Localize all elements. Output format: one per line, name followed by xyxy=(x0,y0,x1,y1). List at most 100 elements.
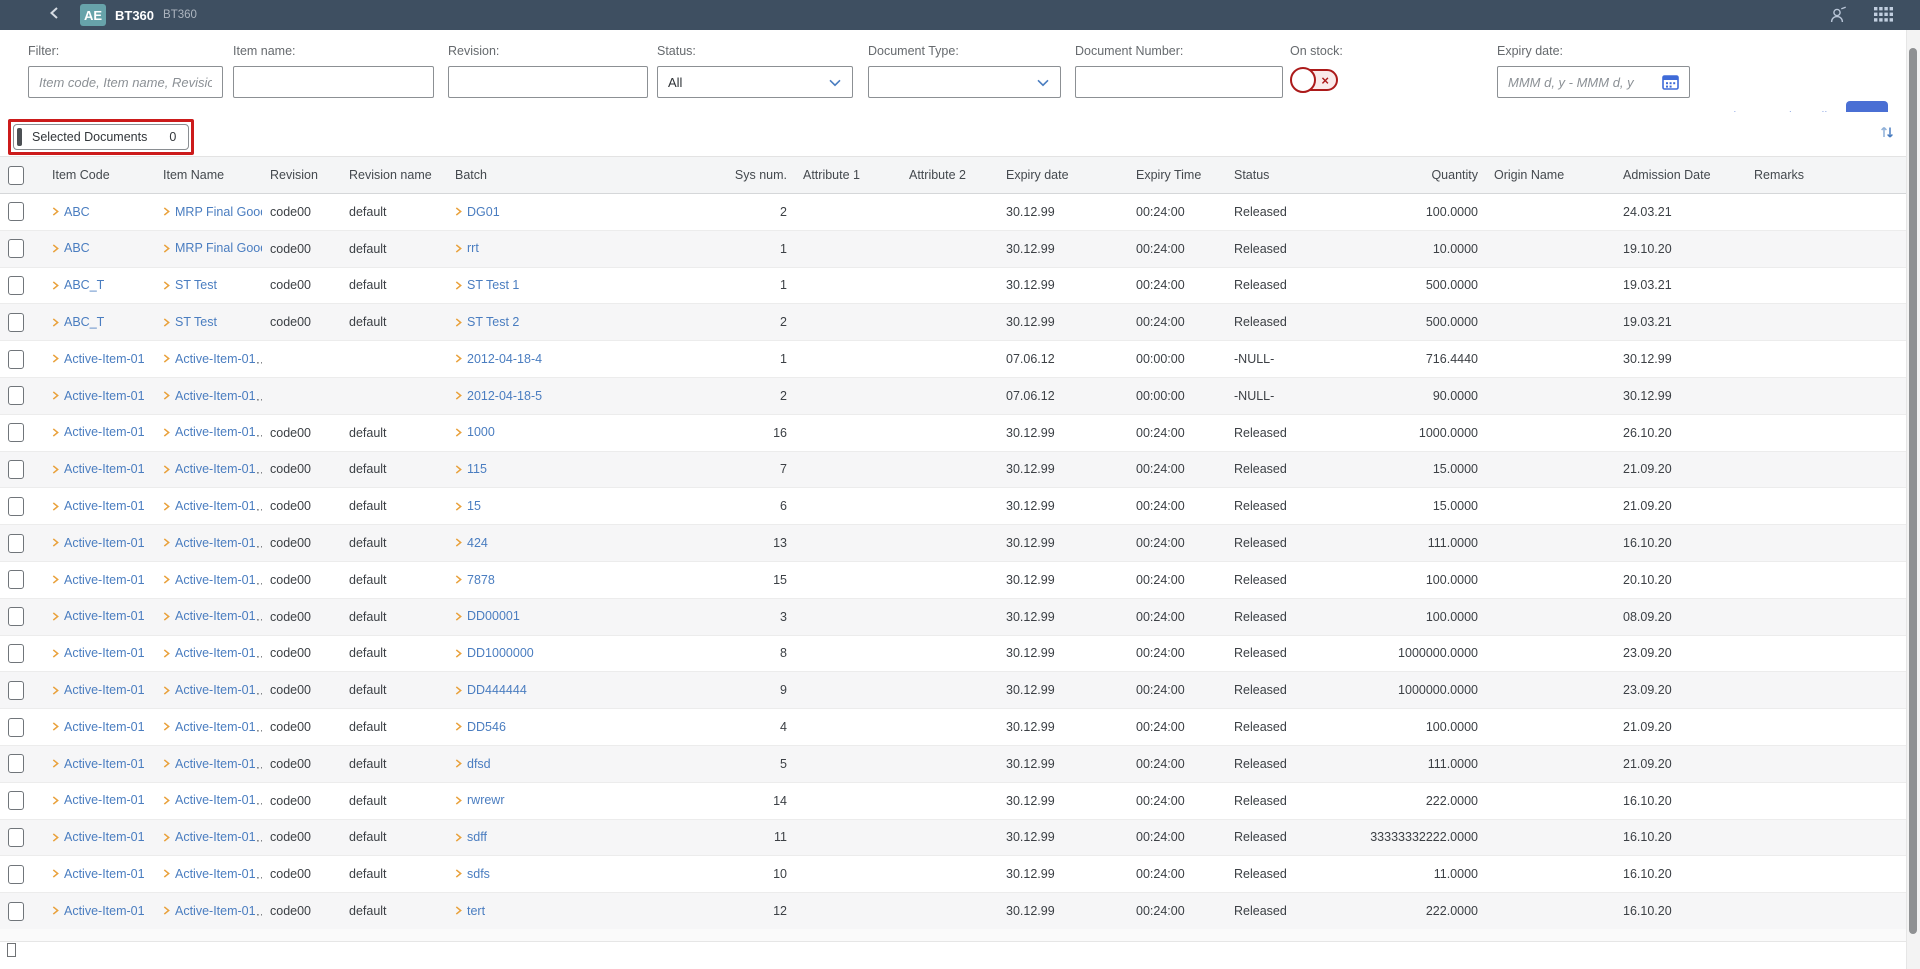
cell-link-item_name[interactable]: MRP Final Good xyxy=(163,205,262,219)
filter-document_type-select[interactable] xyxy=(868,66,1061,98)
cell-link-item_code[interactable]: Active-Item-01 xyxy=(52,683,145,697)
cell-link-item_code[interactable]: Active-Item-01 xyxy=(52,352,145,366)
cell-link-item_name[interactable]: Active-Item-01 xyxy=(163,389,256,403)
cell-link-item_code[interactable]: Active-Item-01 xyxy=(52,720,145,734)
cell-link-item_name[interactable]: Active-Item-01 xyxy=(163,462,256,476)
cell-link-item_code[interactable]: ABC_T xyxy=(52,278,104,292)
cell-link-batch[interactable]: rrt xyxy=(455,241,479,255)
cell-link-batch[interactable]: DD00001 xyxy=(455,609,520,623)
cell-link-item_name[interactable]: Active-Item-01 xyxy=(163,757,256,771)
filter-on_stock-toggle[interactable]: × xyxy=(1290,66,1342,96)
cell-link-item_name[interactable]: Active-Item-01 xyxy=(163,573,256,587)
column-header-batch[interactable]: Batch xyxy=(447,157,598,194)
selected-documents-tab[interactable]: Selected Documents 0 xyxy=(13,124,189,150)
cell-link-batch[interactable]: DD444444 xyxy=(455,683,527,697)
column-header-attr1[interactable]: Attribute 1 xyxy=(795,157,901,194)
cell-link-item_code[interactable]: Active-Item-01 xyxy=(52,867,145,881)
cell-link-item_code[interactable]: Active-Item-01 xyxy=(52,646,145,660)
row-checkbox[interactable] xyxy=(8,865,24,884)
filter-document_number-input[interactable] xyxy=(1075,66,1283,98)
cell-link-batch[interactable]: 115 xyxy=(455,462,487,476)
row-checkbox[interactable] xyxy=(8,902,24,921)
cell-link-batch[interactable]: 7878 xyxy=(455,573,495,587)
cell-link-batch[interactable]: DD1000000 xyxy=(455,646,534,660)
cell-link-item_name[interactable]: ST Test xyxy=(163,315,217,329)
row-checkbox[interactable] xyxy=(8,239,24,258)
cell-link-item_name[interactable]: Active-Item-01 xyxy=(163,536,256,550)
select-all-checkbox[interactable] xyxy=(8,166,24,185)
row-checkbox[interactable] xyxy=(8,644,24,663)
cell-link-item_code[interactable]: ABC xyxy=(52,205,90,219)
cell-link-item_name[interactable]: Active-Item-01 xyxy=(163,867,256,881)
cell-link-item_name[interactable]: Active-Item-01 xyxy=(163,352,256,366)
app-launcher-grid-icon[interactable] xyxy=(1874,7,1894,23)
cell-link-item_name[interactable]: Active-Item-01 xyxy=(163,720,256,734)
cell-link-item_name[interactable]: MRP Final Good xyxy=(163,241,262,255)
cell-link-batch[interactable]: sdff xyxy=(455,830,487,844)
cell-link-item_code[interactable]: Active-Item-01 xyxy=(52,793,145,807)
cell-link-batch[interactable]: 424 xyxy=(455,536,488,550)
back-button[interactable] xyxy=(48,7,62,23)
cell-link-item_name[interactable]: Active-Item-01 xyxy=(163,425,256,439)
cell-link-batch[interactable]: 2012-04-18-5 xyxy=(455,389,542,403)
row-checkbox[interactable] xyxy=(8,681,24,700)
cell-link-item_code[interactable]: Active-Item-01 xyxy=(52,462,145,476)
cell-link-item_name[interactable]: Active-Item-01 xyxy=(163,609,256,623)
sort-button[interactable] xyxy=(1876,123,1898,145)
cell-link-batch[interactable]: 15 xyxy=(455,499,481,513)
column-header-admission[interactable]: Admission Date xyxy=(1615,157,1746,194)
row-checkbox[interactable] xyxy=(8,570,24,589)
cell-link-item_code[interactable]: Active-Item-01 xyxy=(52,389,145,403)
row-checkbox[interactable] xyxy=(8,350,24,369)
cell-link-item_name[interactable]: Active-Item-01 xyxy=(163,499,256,513)
user-settings-icon[interactable] xyxy=(1828,5,1848,25)
calendar-icon[interactable] xyxy=(1662,74,1679,90)
cell-link-item_code[interactable]: Active-Item-01 xyxy=(52,499,145,513)
cell-link-item_code[interactable]: Active-Item-01 xyxy=(52,573,145,587)
column-header-item_name[interactable]: Item Name xyxy=(155,157,262,194)
row-checkbox[interactable] xyxy=(8,534,24,553)
cell-link-batch[interactable]: 1000 xyxy=(455,425,495,439)
cell-link-item_code[interactable]: Active-Item-01 xyxy=(52,425,145,439)
cell-link-item_code[interactable]: Active-Item-01 xyxy=(52,536,145,550)
cell-link-item_code[interactable]: Active-Item-01 xyxy=(52,904,145,918)
cell-link-batch[interactable]: sdfs xyxy=(455,867,490,881)
row-checkbox[interactable] xyxy=(8,828,24,847)
cell-link-batch[interactable]: tert xyxy=(455,904,485,918)
cell-link-batch[interactable]: ST Test 1 xyxy=(455,278,519,292)
column-header-attr2[interactable]: Attribute 2 xyxy=(901,157,998,194)
row-checkbox[interactable] xyxy=(8,754,24,773)
column-header-status[interactable]: Status xyxy=(1226,157,1335,194)
column-header-sys_num[interactable]: Sys num. xyxy=(598,157,795,194)
cell-link-batch[interactable]: DG01 xyxy=(455,205,500,219)
cell-link-item_code[interactable]: Active-Item-01 xyxy=(52,830,145,844)
filter-revision-input[interactable] xyxy=(448,66,648,98)
column-header-expiry_time[interactable]: Expiry Time xyxy=(1128,157,1226,194)
scrollbar-thumb[interactable] xyxy=(1909,48,1917,934)
row-checkbox[interactable] xyxy=(8,423,24,442)
filter-status-select[interactable]: All xyxy=(657,66,853,98)
column-header-item_code[interactable]: Item Code xyxy=(44,157,155,194)
cell-link-item_name[interactable]: Active-Item-01 xyxy=(163,793,256,807)
cell-link-item_code[interactable]: Active-Item-01 xyxy=(52,757,145,771)
cell-link-item_name[interactable]: Active-Item-01 xyxy=(163,904,256,918)
row-checkbox[interactable] xyxy=(8,718,24,737)
row-checkbox[interactable] xyxy=(8,386,24,405)
row-checkbox[interactable] xyxy=(8,460,24,479)
column-header-revision[interactable]: Revision xyxy=(262,157,341,194)
row-checkbox[interactable] xyxy=(8,497,24,516)
cell-link-item_name[interactable]: Active-Item-01 xyxy=(163,646,256,660)
column-header-origin[interactable]: Origin Name xyxy=(1486,157,1615,194)
filter-filter-input[interactable] xyxy=(28,66,223,98)
cell-link-item_name[interactable]: Active-Item-01 xyxy=(163,830,256,844)
cell-link-item_code[interactable]: ABC xyxy=(52,241,90,255)
row-checkbox[interactable] xyxy=(8,791,24,810)
column-header-quantity[interactable]: Quantity xyxy=(1335,157,1486,194)
cell-link-item_code[interactable]: Active-Item-01 xyxy=(52,609,145,623)
column-header-expiry_date[interactable]: Expiry date xyxy=(998,157,1128,194)
cell-link-batch[interactable]: rwrewr xyxy=(455,793,505,807)
row-checkbox[interactable] xyxy=(8,313,24,332)
filter-expiry_date-input[interactable]: MMM d, y - MMM d, y xyxy=(1497,66,1690,98)
cell-link-batch[interactable]: 2012-04-18-4 xyxy=(455,352,542,366)
column-header-remarks[interactable]: Remarks xyxy=(1746,157,1920,194)
